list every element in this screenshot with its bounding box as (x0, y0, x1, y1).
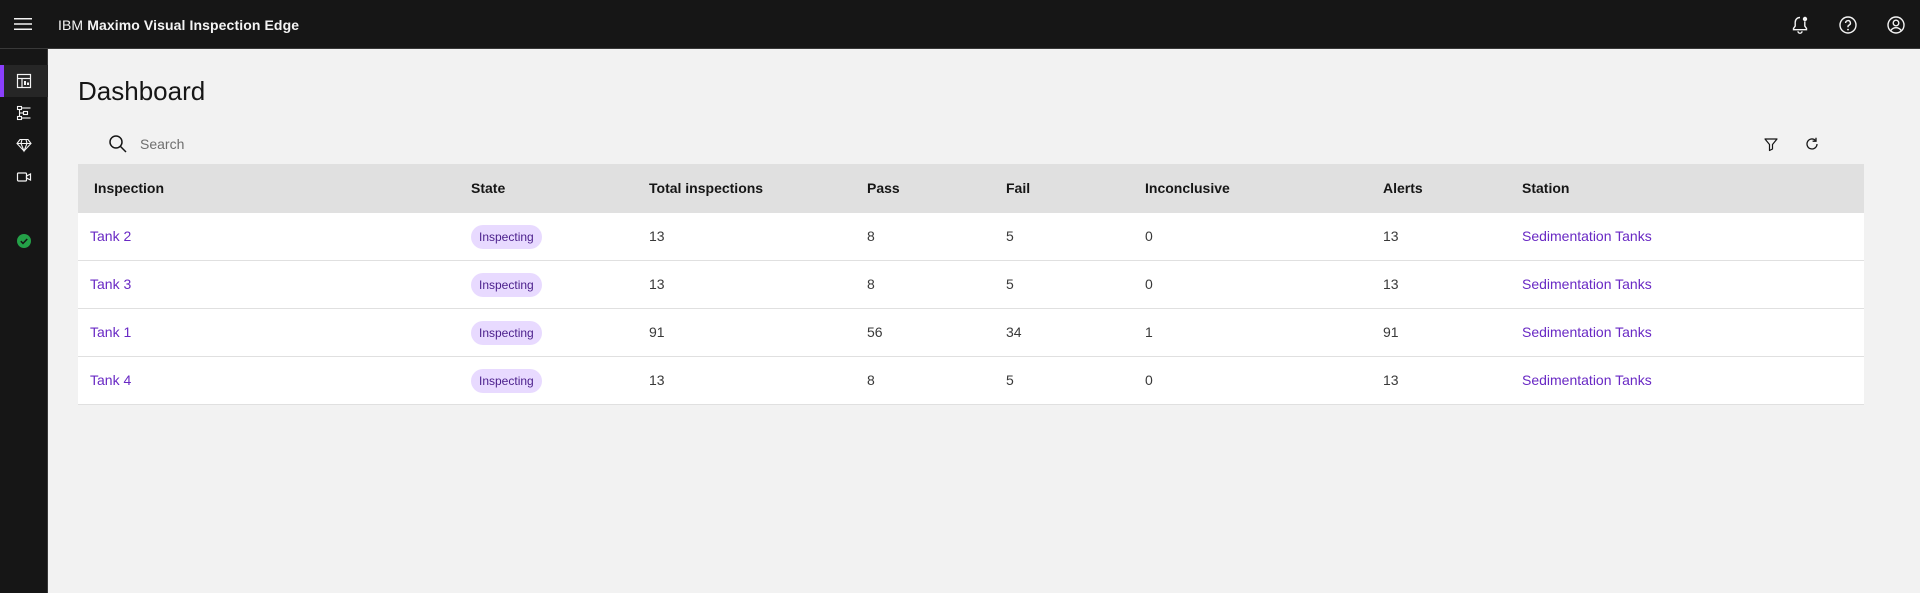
total-inspections-value: 13 (649, 228, 665, 244)
side-navigation (0, 49, 48, 593)
alerts-value: 13 (1383, 372, 1399, 388)
help-icon (1839, 15, 1857, 34)
filter-icon (1764, 138, 1778, 152)
total-inspections-value: 91 (649, 324, 665, 340)
top-header: IBM Maximo Visual Inspection Edge (0, 0, 1920, 49)
search-icon (109, 135, 127, 153)
notification-icon (1792, 16, 1808, 34)
menu-icon (14, 18, 32, 30)
brand-prefix: IBM (58, 16, 84, 33)
notifications-button[interactable] (1776, 1, 1824, 48)
alerts-value: 91 (1383, 324, 1399, 340)
system-status[interactable] (0, 225, 48, 257)
total-inspections-value: 13 (649, 372, 665, 388)
dashboard-icon (16, 73, 32, 89)
fail-value: 5 (1006, 276, 1014, 292)
state-tag: Inspecting (471, 273, 542, 298)
page-title: Dashboard (78, 76, 206, 106)
pass-value: 8 (867, 228, 875, 244)
inspection-link[interactable]: Tank 1 (90, 324, 131, 340)
search-input[interactable] (140, 128, 1140, 160)
station-link[interactable]: Sedimentation Tanks (1522, 228, 1652, 244)
checkmark-filled-icon (17, 234, 31, 248)
nav-item-models[interactable] (0, 129, 48, 161)
pass-value: 8 (867, 372, 875, 388)
state-tag: Inspecting (471, 369, 542, 394)
station-link[interactable]: Sedimentation Tanks (1522, 372, 1652, 388)
alerts-value: 13 (1383, 276, 1399, 292)
column-header-total-inspections[interactable]: Total inspections (649, 164, 763, 213)
inconclusive-value: 0 (1145, 228, 1153, 244)
state-tag: Inspecting (471, 321, 542, 346)
column-header-station[interactable]: Station (1522, 164, 1569, 213)
column-header-inspection[interactable]: Inspection (94, 164, 164, 213)
table-row: Tank 3 Inspecting 13 8 5 0 13 Sedimentat… (78, 261, 1864, 309)
column-header-pass[interactable]: Pass (867, 164, 900, 213)
help-button[interactable] (1824, 1, 1872, 48)
inspection-link[interactable]: Tank 3 (90, 276, 131, 292)
inspection-link[interactable]: Tank 4 (90, 372, 131, 388)
alerts-value: 13 (1383, 228, 1399, 244)
table-row: Tank 1 Inspecting 91 56 34 1 91 Sediment… (78, 309, 1864, 357)
pass-value: 56 (867, 324, 883, 340)
nav-item-workflow[interactable] (0, 97, 48, 129)
fail-value: 34 (1006, 324, 1022, 340)
refresh-button[interactable] (1796, 128, 1828, 160)
table-row: Tank 2 Inspecting 13 8 5 0 13 Sedimentat… (78, 213, 1864, 261)
total-inspections-value: 13 (649, 276, 665, 292)
inconclusive-value: 0 (1145, 372, 1153, 388)
workflow-icon (16, 105, 31, 121)
product-name[interactable]: IBM Maximo Visual Inspection Edge (58, 0, 299, 49)
pass-value: 8 (867, 276, 875, 292)
refresh-icon (1806, 137, 1818, 150)
table-toolbar (78, 124, 1864, 164)
station-link[interactable]: Sedimentation Tanks (1522, 324, 1652, 340)
user-profile-button[interactable] (1872, 1, 1920, 48)
state-tag: Inspecting (471, 225, 542, 250)
model-icon (16, 138, 32, 153)
inconclusive-value: 0 (1145, 276, 1153, 292)
camera-icon (16, 172, 32, 182)
brand-name: Maximo Visual Inspection Edge (87, 16, 300, 33)
user-avatar-icon (1887, 15, 1905, 34)
inconclusive-value: 1 (1145, 324, 1153, 340)
filter-button[interactable] (1755, 128, 1787, 160)
fail-value: 5 (1006, 372, 1014, 388)
column-header-fail[interactable]: Fail (1006, 164, 1030, 213)
nav-item-dashboard[interactable] (0, 65, 48, 97)
column-header-inconclusive[interactable]: Inconclusive (1145, 164, 1230, 213)
menu-button[interactable] (7, 7, 39, 41)
nav-item-cameras[interactable] (0, 161, 48, 193)
column-header-alerts[interactable]: Alerts (1383, 164, 1423, 213)
station-link[interactable]: Sedimentation Tanks (1522, 276, 1652, 292)
inspection-link[interactable]: Tank 2 (90, 228, 131, 244)
table-row: Tank 4 Inspecting 13 8 5 0 13 Sedimentat… (78, 357, 1864, 405)
inspections-table: Inspection State Total inspections Pass … (78, 164, 1864, 405)
table-header: Inspection State Total inspections Pass … (78, 164, 1864, 213)
fail-value: 5 (1006, 228, 1014, 244)
column-header-state[interactable]: State (471, 164, 505, 213)
